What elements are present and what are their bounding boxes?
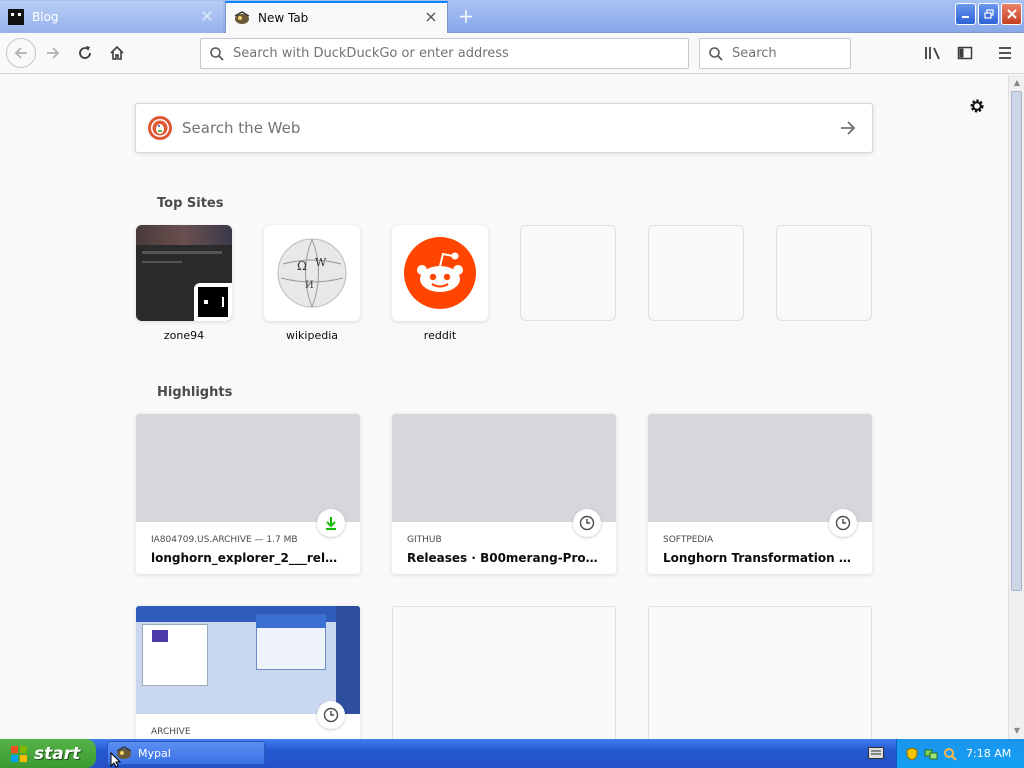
taskbar-item-mypal[interactable]: Mypal [107, 741, 265, 765]
navigation-bar: Search with DuckDuckGo or enter address … [0, 33, 1024, 74]
search-icon [708, 46, 724, 62]
top-site-placeholder [776, 225, 872, 321]
taskbar: start Mypal 7:18 AM [0, 739, 1024, 768]
top-site-label: reddit [423, 329, 457, 342]
hamburger-menu-icon[interactable] [992, 40, 1018, 66]
top-sites-heading: Top Sites [157, 196, 224, 211]
clock: 7:18 AM [966, 747, 1012, 760]
arrow-right-icon[interactable] [838, 118, 858, 142]
search-icon[interactable] [943, 747, 957, 761]
blog-favicon-icon [8, 9, 24, 25]
scroll-up-icon[interactable]: ▲ [1009, 75, 1024, 91]
maximize-icon[interactable] [978, 3, 999, 25]
system-tray: 7:18 AM [896, 739, 1024, 768]
top-site-placeholder [520, 225, 616, 321]
highlight-placeholder [392, 606, 616, 739]
svg-text:W: W [315, 256, 327, 269]
plus-icon[interactable]: + [455, 6, 477, 28]
svg-text:И: И [305, 280, 314, 291]
scrollbar-thumb[interactable] [1011, 91, 1022, 591]
reload-icon[interactable] [72, 40, 98, 66]
title-bar: Blog × New Tab × + [0, 0, 1024, 33]
taskbar-item-label: Mypal [138, 746, 171, 760]
blog-favicon-icon [194, 283, 232, 321]
clock-icon [573, 509, 601, 537]
download-icon [317, 509, 345, 537]
clock-icon [317, 701, 345, 729]
home-icon[interactable] [104, 40, 130, 66]
start-label: start [34, 743, 81, 764]
address-bar[interactable]: Search with DuckDuckGo or enter address [200, 38, 689, 69]
tab-blog[interactable]: Blog × [0, 1, 223, 33]
sidebar-icon[interactable] [952, 40, 978, 66]
start-button[interactable]: start [0, 739, 96, 768]
library-icon[interactable] [920, 40, 946, 66]
wikipedia-globe-icon: Ω W И [264, 225, 360, 321]
highlight-title: Longhorn Transformation Pack -... [663, 551, 872, 565]
svg-text:Ω: Ω [297, 259, 307, 273]
close-tab-icon[interactable]: × [423, 9, 439, 26]
search-placeholder: Search [732, 46, 777, 61]
duckduckgo-logo-icon [148, 116, 172, 140]
highlight-thumbnail [136, 606, 360, 714]
top-site-wikipedia[interactable]: Ω W И wikipedia [264, 225, 360, 342]
minimize-icon[interactable] [955, 3, 976, 25]
address-placeholder: Search with DuckDuckGo or enter address [233, 46, 509, 61]
highlight-thumbnail [136, 414, 360, 522]
top-site-label: wikipedia [285, 329, 338, 342]
vertical-scrollbar[interactable]: ▲ ▼ [1008, 75, 1024, 739]
web-search-placeholder: Search the Web [182, 119, 301, 137]
highlight-thumbnail [392, 414, 616, 522]
highlights-heading: Highlights [157, 385, 233, 400]
search-icon [209, 46, 225, 62]
top-site-zone94[interactable]: zone94 [136, 225, 232, 342]
highlight-title: longhorn_explorer_2___released... [151, 551, 360, 565]
top-site-placeholder [648, 225, 744, 321]
forward-arrow-icon[interactable] [40, 40, 66, 66]
gear-icon[interactable] [966, 95, 988, 117]
tab-new-tab[interactable]: New Tab × [225, 1, 448, 33]
close-tab-icon[interactable]: × [199, 8, 215, 25]
highlight-thumbnail [648, 414, 872, 522]
search-bar[interactable]: Search [699, 38, 851, 69]
highlight-card[interactable]: SOFTPEDIA Longhorn Transformation Pack -… [648, 414, 872, 574]
network-icon[interactable] [924, 747, 938, 761]
highlight-card[interactable]: GITHUB Releases · B00merang-Project/... [392, 414, 616, 574]
keyboard-icon[interactable] [868, 747, 884, 759]
tab-title: Blog [32, 10, 59, 24]
highlight-card[interactable]: ARCHIVE [136, 606, 360, 739]
windows-flag-icon [10, 745, 28, 763]
highlight-placeholder [648, 606, 872, 739]
security-shield-icon[interactable] [905, 746, 919, 761]
close-icon[interactable] [1001, 3, 1022, 25]
mouse-cursor-icon [110, 751, 122, 768]
mypal-favicon-icon [234, 10, 250, 26]
back-arrow-icon[interactable] [6, 38, 36, 68]
reddit-logo-icon [392, 225, 488, 321]
clock-icon [829, 509, 857, 537]
top-site-reddit[interactable]: reddit [392, 225, 488, 342]
new-tab-page: Search the Web Top Sites zone94 Ω W И wi… [0, 75, 1008, 739]
highlight-card[interactable]: IA804709.US.ARCHIVE — 1.7 MB longhorn_ex… [136, 414, 360, 574]
web-search-box[interactable]: Search the Web [135, 103, 873, 153]
top-site-label: zone94 [163, 329, 205, 342]
scroll-down-icon[interactable]: ▼ [1009, 723, 1024, 739]
top-site-screenshot [136, 225, 232, 321]
highlight-title: Releases · B00merang-Project/... [407, 551, 616, 565]
tab-title: New Tab [258, 11, 309, 25]
